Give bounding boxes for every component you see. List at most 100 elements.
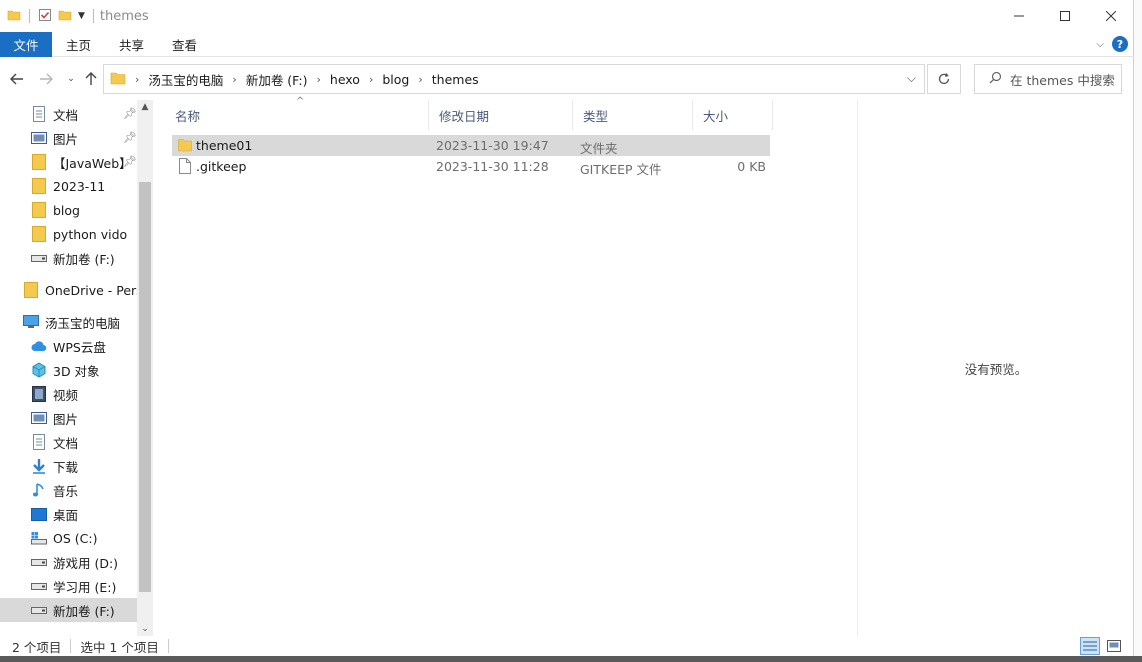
sidebar-item-this-pc[interactable]: 汤玉宝的电脑: [23, 310, 120, 334]
drive-icon: [31, 554, 47, 570]
ribbon-right-controls: ⌵ ?: [1096, 36, 1128, 52]
pin-icon[interactable]: 📌︎: [123, 131, 137, 144]
sidebar-item-label: 3D 对象: [53, 363, 100, 379]
sidebar-item-drive-f[interactable]: 新加卷 (F:): [0, 598, 137, 622]
onedrive-folder-icon: [23, 282, 39, 298]
3d-objects-icon: [31, 362, 47, 378]
sidebar-item-label: 汤玉宝的电脑: [45, 315, 121, 331]
sidebar-item-2023-11[interactable]: 2023-11: [31, 174, 105, 198]
refresh-icon[interactable]: [927, 64, 961, 94]
sidebar-item-drive-e[interactable]: 学习用 (E:): [31, 574, 116, 598]
breadcrumb-computer[interactable]: 汤玉宝的电脑: [148, 70, 223, 89]
new-folder-icon[interactable]: [58, 8, 72, 25]
close-icon[interactable]: [1088, 0, 1134, 32]
file-row-theme01[interactable]: theme01 2023-11-30 19:47 文件夹: [172, 135, 770, 156]
sort-ascending-icon: ^: [296, 96, 305, 107]
documents-icon: [31, 106, 47, 122]
divider: [70, 639, 72, 653]
chevron-right-icon[interactable]: ›: [317, 73, 321, 86]
sidebar-item-os-c[interactable]: OS (C:): [31, 526, 97, 550]
scroll-up-icon[interactable]: ▲: [137, 100, 153, 114]
sidebar-item-3d-objects[interactable]: 3D 对象: [31, 358, 100, 382]
chevron-right-icon[interactable]: ›: [369, 73, 373, 86]
file-icon: [179, 158, 191, 177]
sidebar-item-javaweb[interactable]: 【JavaWeb】: [31, 150, 132, 174]
chevron-down-icon[interactable]: ⌵: [907, 71, 916, 86]
help-icon[interactable]: ?: [1112, 36, 1128, 52]
background-window-edge: [1134, 0, 1142, 662]
navigation-bar: ⌄ › 汤玉宝的电脑 › 新加卷 (F:) › hexo › blog › th…: [0, 62, 1134, 96]
column-header-date[interactable]: 修改日期: [429, 100, 573, 130]
maximize-icon[interactable]: [1042, 0, 1088, 32]
breadcrumb-hexo[interactable]: hexo: [330, 72, 360, 87]
search-input[interactable]: 在 themes 中搜索: [974, 64, 1122, 94]
sidebar-item-drive-d[interactable]: 游戏用 (D:): [31, 550, 118, 574]
sidebar-item-quick-documents[interactable]: 文档: [31, 102, 78, 126]
back-arrow-icon[interactable]: [8, 69, 26, 89]
recent-locations-icon[interactable]: ⌄: [62, 69, 80, 89]
divider: [92, 9, 94, 23]
file-name: theme01: [196, 138, 253, 153]
file-date: 2023-11-30 11:28: [436, 159, 549, 174]
tab-view[interactable]: 查看: [158, 32, 211, 57]
up-arrow-icon[interactable]: [82, 69, 100, 89]
sidebar-item-blog[interactable]: blog: [31, 198, 80, 222]
sidebar-item-downloads[interactable]: 下载: [31, 454, 78, 478]
details-view-icon[interactable]: [1080, 637, 1100, 655]
address-bar[interactable]: › 汤玉宝的电脑 › 新加卷 (F:) › hexo › blog › them…: [103, 64, 925, 94]
sidebar-item-python-vido[interactable]: python vido: [31, 222, 127, 246]
column-header-name[interactable]: 名称 ^: [165, 96, 429, 130]
column-header-label: 大小: [703, 108, 729, 124]
tab-home[interactable]: 主页: [52, 32, 105, 57]
tab-share[interactable]: 共享: [105, 32, 158, 57]
sidebar-item-documents[interactable]: 文档: [31, 430, 78, 454]
pin-icon[interactable]: 📌︎: [123, 155, 137, 168]
divider: [167, 639, 169, 653]
sidebar-item-quick-pictures[interactable]: 图片: [31, 126, 78, 150]
video-icon: [31, 386, 47, 402]
sidebar-item-desktop[interactable]: 桌面: [31, 502, 78, 526]
sidebar-item-label: OS (C:): [53, 530, 98, 546]
column-header-label: 名称: [175, 108, 201, 124]
pictures-icon: [31, 410, 47, 426]
sidebar-item-label: 【JavaWeb】: [53, 155, 132, 171]
file-name: .gitkeep: [196, 159, 247, 174]
breadcrumb-themes[interactable]: themes: [432, 72, 479, 87]
sidebar-item-pictures[interactable]: 图片: [31, 406, 78, 430]
drive-icon: [31, 602, 47, 618]
nav-pane-scrollbar[interactable]: ▲ ⌄: [137, 100, 153, 636]
file-type: GITKEEP 文件: [580, 162, 662, 177]
breadcrumb-drive-f[interactable]: 新加卷 (F:): [246, 70, 308, 89]
chevron-right-icon[interactable]: ›: [418, 73, 422, 86]
download-icon: [31, 458, 47, 474]
os-drive-icon: [31, 530, 47, 546]
sidebar-item-onedrive[interactable]: OneDrive - Perso: [23, 278, 150, 302]
sidebar-item-videos[interactable]: 视频: [31, 382, 78, 406]
sidebar-item-quick-drive-f[interactable]: 新加卷 (F:): [31, 246, 115, 270]
chevron-right-icon[interactable]: ›: [232, 73, 236, 86]
folder-icon: [31, 154, 47, 170]
breadcrumb-blog[interactable]: blog: [382, 72, 409, 87]
file-row-gitkeep[interactable]: .gitkeep 2023-11-30 11:28 GITKEEP 文件 0 K…: [172, 156, 770, 177]
forward-arrow-icon[interactable]: [37, 69, 55, 89]
file-type: 文件夹: [580, 141, 618, 156]
properties-icon[interactable]: [38, 8, 52, 25]
scroll-down-icon[interactable]: ⌄: [137, 622, 153, 636]
customize-dropdown-icon[interactable]: ▼: [78, 11, 85, 21]
minimize-icon[interactable]: [996, 0, 1042, 32]
status-selection-count: 选中 1 个项目: [80, 639, 159, 655]
scrollbar-thumb[interactable]: [139, 182, 151, 592]
folder-icon: [31, 178, 47, 194]
tab-file[interactable]: 文件: [0, 31, 52, 57]
column-header-size[interactable]: 大小: [693, 100, 773, 130]
expand-ribbon-icon[interactable]: ⌵: [1096, 39, 1104, 50]
column-header-type[interactable]: 类型: [573, 100, 693, 130]
drive-icon: [31, 578, 47, 594]
chevron-right-icon[interactable]: ›: [135, 73, 139, 86]
large-icons-view-icon[interactable]: [1104, 637, 1124, 655]
preview-pane: 没有预览。: [858, 100, 1134, 636]
pin-icon[interactable]: 📌︎: [123, 107, 137, 120]
sidebar-item-music[interactable]: 音乐: [31, 478, 78, 502]
sidebar-item-label: 图片: [53, 411, 79, 427]
sidebar-item-wps-cloud[interactable]: WPS云盘: [31, 334, 106, 358]
